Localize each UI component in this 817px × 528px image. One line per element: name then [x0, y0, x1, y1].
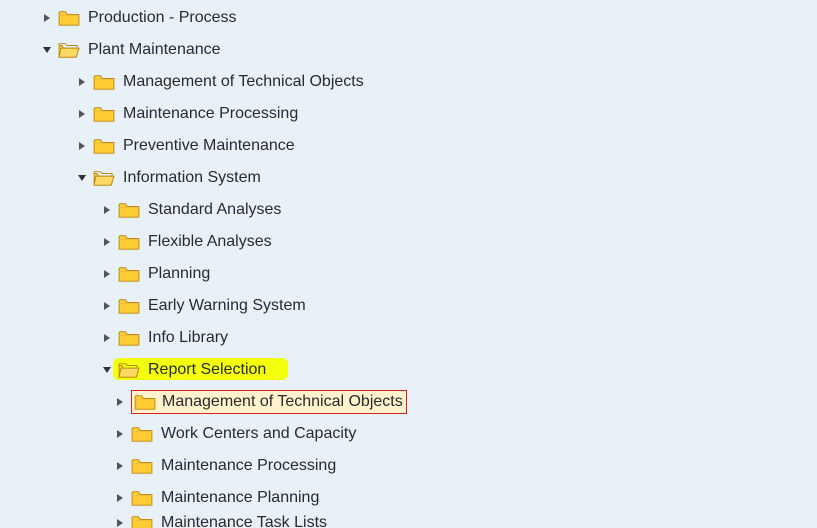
node-label: Maintenance Processing	[121, 104, 301, 124]
folder-closed-icon	[134, 393, 156, 411]
node-label: Plant Maintenance	[86, 40, 224, 60]
node-label: Maintenance Planning	[159, 488, 322, 508]
expand-collapse-icon[interactable]	[113, 427, 127, 441]
tree-node-info-system[interactable]: Information System	[0, 162, 817, 194]
tree-node-report-selection[interactable]: Report Selection	[0, 354, 817, 386]
tree-node-pm-mp[interactable]: Maintenance Processing	[0, 98, 817, 130]
expand-collapse-icon[interactable]	[40, 11, 54, 25]
folder-closed-icon	[118, 329, 140, 347]
node-label: Standard Analyses	[146, 200, 284, 220]
tree-node-rs-wcc[interactable]: Work Centers and Capacity	[0, 418, 817, 450]
tree-node-ews[interactable]: Early Warning System	[0, 290, 817, 322]
expand-collapse-icon[interactable]	[100, 235, 114, 249]
folder-closed-icon	[131, 457, 153, 475]
node-label: Production - Process	[86, 8, 240, 28]
node-label: Preventive Maintenance	[121, 136, 298, 156]
expand-collapse-icon[interactable]	[75, 139, 89, 153]
folder-open-icon	[93, 169, 115, 187]
expand-collapse-icon[interactable]	[113, 491, 127, 505]
tree-node-rs-mto[interactable]: Management of Technical Objects	[0, 386, 817, 418]
tree-node-flex-analyses[interactable]: Flexible Analyses	[0, 226, 817, 258]
expand-collapse-icon[interactable]	[100, 267, 114, 281]
expand-collapse-icon[interactable]	[100, 363, 114, 377]
tree-node-std-analyses[interactable]: Standard Analyses	[0, 194, 817, 226]
folder-open-icon	[58, 41, 80, 59]
nav-tree: Production - Process Plant Maintenance M…	[0, 0, 817, 528]
node-label: Planning	[146, 264, 213, 284]
folder-open-icon	[118, 361, 140, 379]
folder-closed-icon	[131, 514, 153, 528]
tree-node-rs-mtl[interactable]: Maintenance Task Lists	[0, 514, 817, 528]
expand-collapse-icon[interactable]	[75, 75, 89, 89]
folder-closed-icon	[118, 297, 140, 315]
tree-node-production-process[interactable]: Production - Process	[0, 2, 817, 34]
expand-collapse-icon[interactable]	[113, 395, 127, 409]
expand-collapse-icon[interactable]	[113, 459, 127, 473]
folder-closed-icon	[93, 73, 115, 91]
tree-node-planning[interactable]: Planning	[0, 258, 817, 290]
folder-closed-icon	[131, 489, 153, 507]
expand-collapse-icon[interactable]	[40, 43, 54, 57]
tree-node-rs-mplan[interactable]: Maintenance Planning	[0, 482, 817, 514]
node-label: Flexible Analyses	[146, 232, 275, 252]
expand-collapse-icon[interactable]	[100, 203, 114, 217]
node-label: Report Selection	[146, 360, 269, 380]
expand-collapse-icon[interactable]	[100, 299, 114, 313]
folder-closed-icon	[118, 201, 140, 219]
node-label: Information System	[121, 168, 264, 188]
tree-node-info-library[interactable]: Info Library	[0, 322, 817, 354]
node-label: Early Warning System	[146, 296, 309, 316]
expand-collapse-icon[interactable]	[75, 171, 89, 185]
folder-closed-icon	[93, 137, 115, 155]
expand-collapse-icon[interactable]	[113, 516, 127, 528]
tree-node-rs-mp[interactable]: Maintenance Processing	[0, 450, 817, 482]
tree-node-pm-pm[interactable]: Preventive Maintenance	[0, 130, 817, 162]
node-label: Management of Technical Objects	[121, 72, 367, 92]
folder-closed-icon	[93, 105, 115, 123]
folder-closed-icon	[131, 425, 153, 443]
tree-node-pm-mto[interactable]: Management of Technical Objects	[0, 66, 817, 98]
tree-node-plant-maintenance[interactable]: Plant Maintenance	[0, 34, 817, 66]
node-label: Management of Technical Objects	[162, 393, 403, 411]
node-label: Maintenance Processing	[159, 456, 339, 476]
folder-closed-icon	[118, 265, 140, 283]
expand-collapse-icon[interactable]	[100, 331, 114, 345]
node-label: Maintenance Task Lists	[159, 514, 330, 528]
folder-closed-icon	[118, 233, 140, 251]
node-label: Work Centers and Capacity	[159, 424, 359, 444]
expand-collapse-icon[interactable]	[75, 107, 89, 121]
node-label: Info Library	[146, 328, 231, 348]
folder-closed-icon	[58, 9, 80, 27]
